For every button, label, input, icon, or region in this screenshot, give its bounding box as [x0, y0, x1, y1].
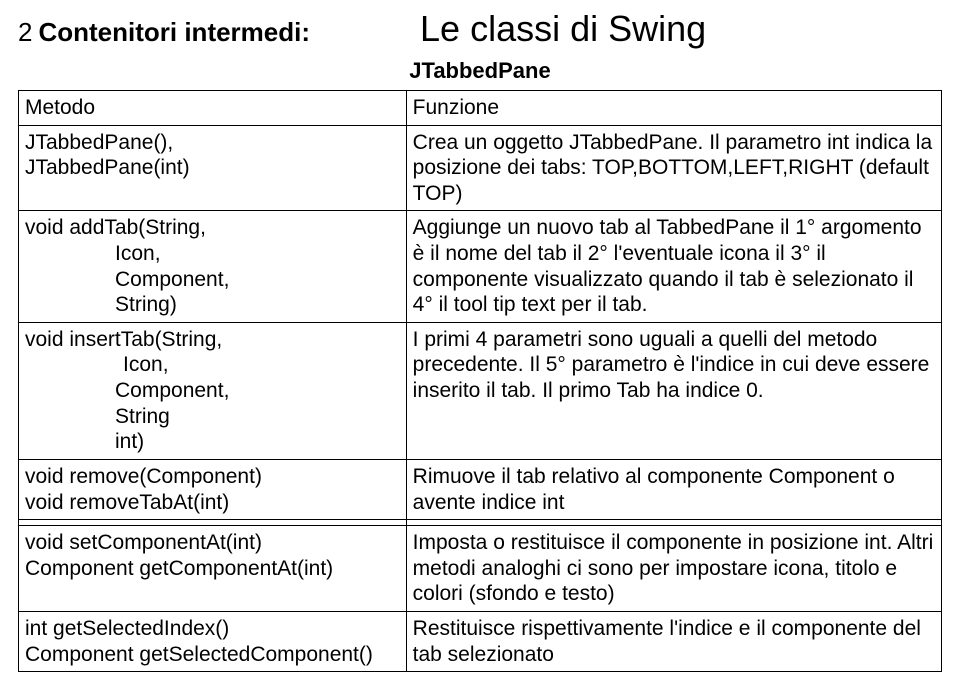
method-line: void remove(Component) — [25, 465, 262, 488]
table-header-row: Metodo Funzione — [19, 91, 942, 126]
method-line: int getSelectedIndex() — [25, 617, 229, 640]
header-method: Metodo — [19, 91, 407, 126]
method-line: Component, — [25, 267, 400, 293]
table-row: void setComponentAt(int) Component getCo… — [19, 526, 942, 612]
method-line: String) — [25, 292, 400, 318]
method-cell: JTabbedPane(), JTabbedPane(int) — [19, 125, 407, 211]
method-line: void addTab(String, — [25, 216, 206, 239]
function-cell: Crea un oggetto JTabbedPane. Il parametr… — [406, 125, 941, 211]
method-cell: int getSelectedIndex() Component getSele… — [19, 611, 407, 671]
method-line: void insertTab(String, — [25, 328, 222, 351]
method-cell: void insertTab(String, Icon, Component, … — [19, 322, 407, 459]
table-row: int getSelectedIndex() Component getSele… — [19, 611, 942, 671]
page-number: 2 — [18, 17, 32, 48]
function-cell: Imposta o restituisce il componente in p… — [406, 526, 941, 612]
function-cell: Restituisce rispettivamente l'indice e i… — [406, 611, 941, 671]
table-row: void addTab(String, Icon, Component, Str… — [19, 211, 942, 322]
method-line: void setComponentAt(int) — [25, 531, 262, 554]
method-line: Component getSelectedComponent() — [25, 643, 373, 666]
method-line: String — [25, 404, 400, 430]
method-line: Icon, — [25, 352, 400, 378]
table-row: JTabbedPane(), JTabbedPane(int) Crea un … — [19, 125, 942, 211]
method-line: JTabbedPane(), — [25, 131, 173, 154]
method-line: JTabbedPane(int) — [25, 156, 190, 179]
function-cell: Aggiunge un nuovo tab al TabbedPane il 1… — [406, 211, 941, 322]
method-line: Icon, — [25, 241, 400, 267]
method-cell: void remove(Component) void removeTabAt(… — [19, 459, 407, 519]
api-table: Metodo Funzione JTabbedPane(), JTabbedPa… — [18, 90, 942, 672]
method-line: void removeTabAt(int) — [25, 491, 229, 514]
function-cell: I primi 4 parametri sono uguali a quelli… — [406, 322, 941, 459]
header-function: Funzione — [406, 91, 941, 126]
method-line: int) — [25, 429, 400, 455]
method-line: Component, — [25, 378, 400, 404]
table-row: void insertTab(String, Icon, Component, … — [19, 322, 942, 459]
method-line: Component getComponentAt(int) — [25, 557, 333, 580]
table-row: void remove(Component) void removeTabAt(… — [19, 459, 942, 519]
method-cell: void setComponentAt(int) Component getCo… — [19, 526, 407, 612]
table-name: JTabbedPane — [18, 58, 942, 84]
function-cell: Rimuove il tab relativo al componente Co… — [406, 459, 941, 519]
method-cell: void addTab(String, Icon, Component, Str… — [19, 211, 407, 322]
page-title: Le classi di Swing — [420, 8, 706, 50]
page-subtitle: Contenitori intermedi: — [38, 17, 310, 48]
